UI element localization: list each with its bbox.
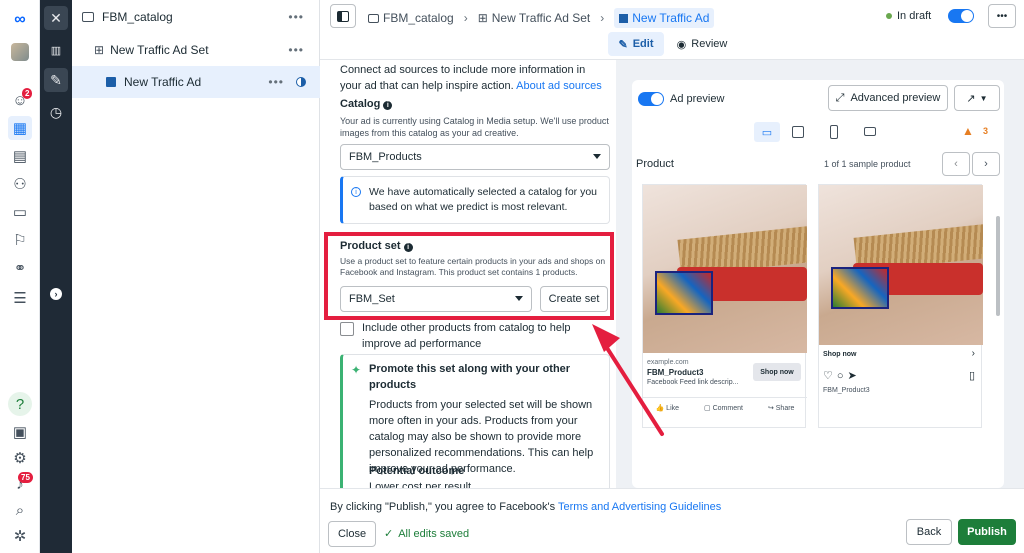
annotation-arrow: [592, 324, 664, 436]
back-button[interactable]: Back: [906, 519, 952, 545]
bottom-bar: By clicking "Publish," you agree to Face…: [320, 488, 1024, 553]
saved-status-text: All edits saved: [398, 527, 470, 540]
terms-link[interactable]: Terms and Advertising Guidelines: [558, 501, 721, 513]
check-icon: ✓: [384, 528, 394, 540]
terms-text: By clicking "Publish," you agree to Face…: [330, 501, 721, 513]
close-button[interactable]: Close: [328, 521, 376, 547]
publish-button[interactable]: Publish: [958, 519, 1016, 545]
terms-prefix: By clicking "Publish," you agree to Face…: [330, 501, 556, 513]
saved-status: ✓ All edits saved: [384, 527, 470, 541]
